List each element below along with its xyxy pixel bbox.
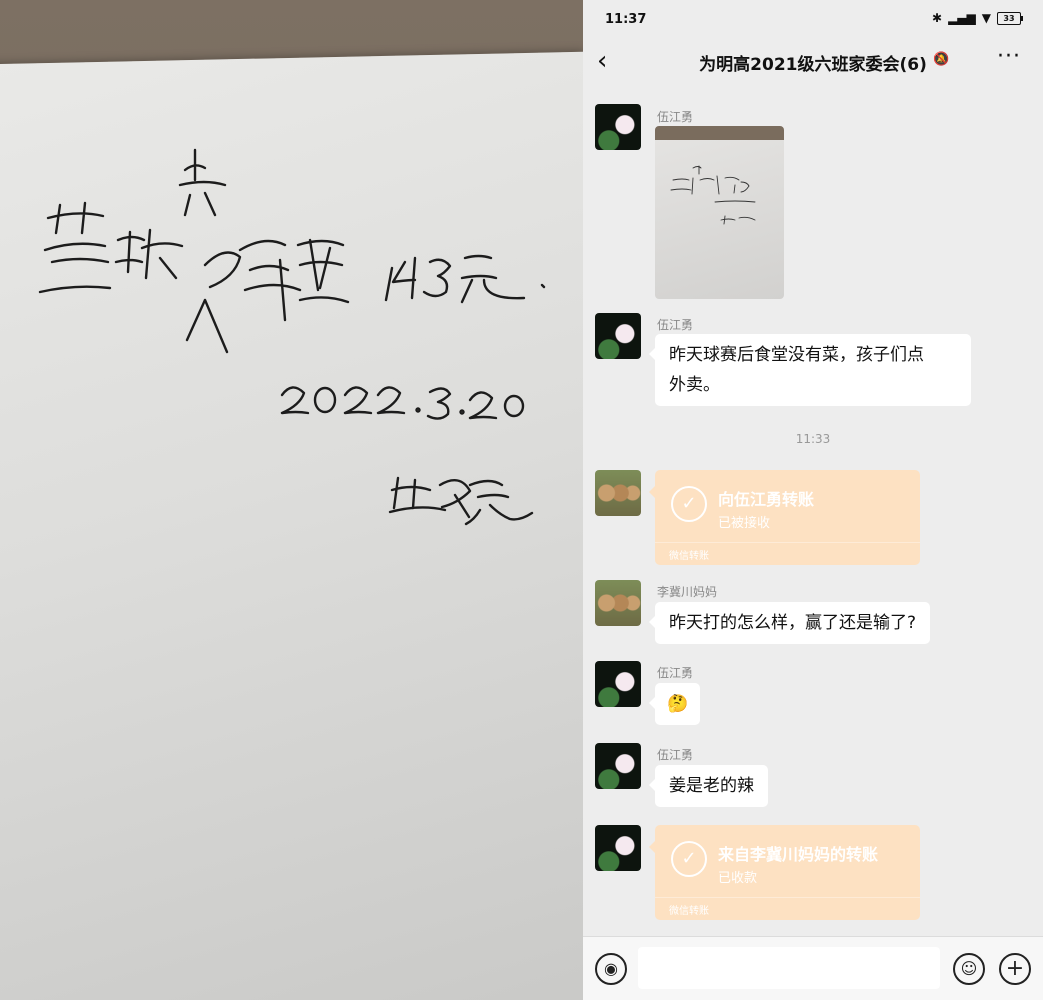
chat-title: 为明高2021级六班家委会(6) <box>699 55 927 75</box>
divider <box>655 542 920 543</box>
voice-input-icon[interactable]: ◉ <box>595 953 627 985</box>
check-icon: ✓ <box>671 841 707 877</box>
message-input[interactable] <box>638 947 940 989</box>
wechat-chat-screen: 11:37 ✱ ▂▄▆ ▼ 33 ‹ 为明高2021级六班家委会(6) 🔕 ··… <box>583 0 1043 1000</box>
wifi-icon: ▼ <box>981 11 991 25</box>
timestamp: 11:33 <box>795 432 831 446</box>
image-thumbnail <box>670 165 756 225</box>
avatar-lotus[interactable] <box>595 313 641 359</box>
message-line: 昨天球赛后食堂没有菜，孩子们点 <box>669 345 924 365</box>
more-options-icon[interactable]: ··· <box>997 44 1021 69</box>
transfer-card[interactable]: ✓ 向伍江勇转账 已被接收 微信转账 <box>649 470 920 565</box>
transfer-status: 已收款 <box>718 871 758 886</box>
transfer-status: 已被接收 <box>718 516 771 531</box>
emoji-picker-icon[interactable]: ☺ <box>953 953 985 985</box>
transfer-title: 来自李冀川妈妈的转账 <box>718 845 879 864</box>
message-text: 昨天打的怎么样，赢了还是输了? <box>669 613 917 633</box>
divider <box>655 897 920 898</box>
sender-name: 伍江勇 <box>657 748 694 762</box>
status-bar: 11:37 ✱ ▂▄▆ ▼ 33 <box>583 0 1043 38</box>
avatar-lotus[interactable] <box>595 743 641 789</box>
transfer-title: 向伍江勇转账 <box>718 490 815 509</box>
message-line: 外卖。 <box>669 375 720 395</box>
mute-bell-icon: 🔕 <box>933 52 950 67</box>
transfer-card[interactable]: ✓ 来自李冀川妈妈的转账 已收款 微信转账 <box>649 825 920 920</box>
text-message[interactable]: 昨天打的怎么样，赢了还是输了? <box>648 602 931 644</box>
battery-icon: 33 <box>997 11 1023 25</box>
more-actions-icon[interactable]: + <box>999 953 1031 985</box>
status-time: 11:37 <box>605 12 647 27</box>
avatar-lotus[interactable] <box>595 661 641 707</box>
handwritten-receipt <box>38 148 546 526</box>
avatar-lotus[interactable] <box>595 825 641 871</box>
sender-name: 伍江勇 <box>657 318 694 332</box>
thinking-face-icon: 🤔 <box>667 694 689 714</box>
avatar-owls[interactable] <box>595 470 641 516</box>
text-message[interactable]: 姜是老的辣 <box>649 765 768 807</box>
text-message[interactable]: 昨天球赛后食堂没有菜，孩子们点 外卖。 <box>649 334 971 406</box>
sender-name: 伍江勇 <box>657 110 694 124</box>
message-text: 姜是老的辣 <box>669 776 754 796</box>
avatar-owls[interactable] <box>595 580 641 626</box>
status-icons: ✱ ▂▄▆ ▼ 33 <box>932 11 1023 25</box>
check-icon: ✓ <box>671 486 707 522</box>
image-message[interactable] <box>655 126 784 299</box>
signal-icon: ▂▄▆ <box>948 11 976 25</box>
chat-header: ‹ 为明高2021级六班家委会(6) 🔕 ··· <box>583 38 1043 82</box>
bluetooth-icon: ✱ <box>932 11 943 25</box>
transfer-footer: 微信转账 <box>669 906 709 917</box>
sender-name: 伍江勇 <box>657 666 694 680</box>
emoji-message[interactable]: 🤔 <box>648 683 701 725</box>
avatar-lotus[interactable] <box>595 104 641 150</box>
transfer-footer: 微信转账 <box>669 551 709 562</box>
sender-name: 李冀川妈妈 <box>657 585 718 599</box>
receipt-photo <box>0 0 583 1000</box>
input-bar: ◉ ☺ + <box>583 936 1043 1000</box>
